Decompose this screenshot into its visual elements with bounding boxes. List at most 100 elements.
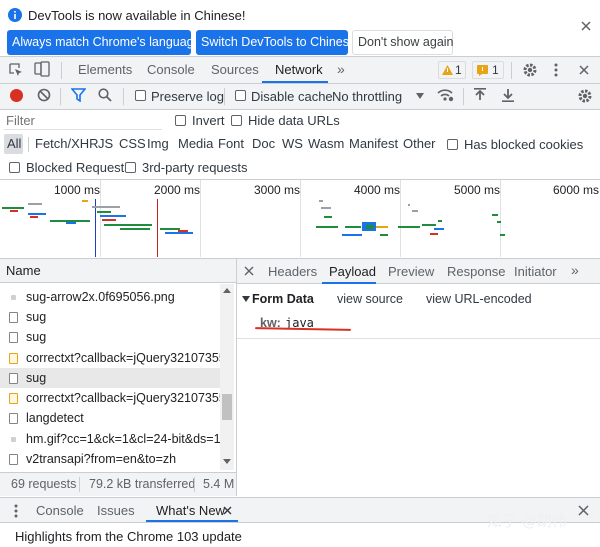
blocked-requests-checkbox[interactable] — [9, 162, 20, 173]
disable-cache-label: Disable cache — [251, 89, 333, 104]
tab-elements[interactable]: Elements — [78, 57, 132, 83]
name-column-header[interactable]: Name — [0, 259, 236, 283]
tab-payload[interactable]: Payload — [329, 262, 376, 282]
drawer-tab-whats-new[interactable]: What's New — [156, 503, 225, 518]
tab-sources[interactable]: Sources — [211, 57, 259, 83]
list-item[interactable]: sug-arrow2x.0f695056.png — [0, 287, 220, 307]
chevron-down-icon[interactable] — [416, 93, 424, 99]
network-conditions-icon[interactable] — [437, 88, 454, 102]
tab-network[interactable]: Network — [275, 57, 323, 83]
always-match-language-button[interactable]: Always match Chrome's language — [7, 30, 201, 55]
list-item[interactable]: correctxt?callback=jQuery321073558 — [0, 348, 220, 368]
third-party-checkbox[interactable] — [125, 162, 136, 173]
drawer-tab-issues[interactable]: Issues — [97, 503, 135, 518]
export-har-icon[interactable] — [502, 88, 514, 102]
view-source-link[interactable]: view source — [337, 292, 403, 306]
network-settings-icon[interactable] — [577, 88, 593, 104]
form-data-section-title[interactable]: Form Data — [252, 292, 314, 306]
record-button[interactable] — [10, 89, 23, 102]
list-item[interactable]: correctxt?callback=jQuery321073558 — [0, 388, 220, 408]
import-har-icon[interactable] — [474, 88, 486, 102]
filter-type-css[interactable]: CSS — [119, 134, 146, 154]
document-file-icon — [9, 413, 18, 424]
filter-type-font[interactable]: Font — [218, 134, 244, 154]
hide-data-urls-label: Hide data URLs — [248, 113, 340, 128]
tab-preview[interactable]: Preview — [388, 262, 434, 282]
list-item[interactable]: langdetect — [0, 408, 220, 428]
more-options-icon[interactable] — [553, 62, 559, 78]
filter-input[interactable] — [4, 112, 162, 130]
issues-badge[interactable]: 1 — [472, 61, 504, 79]
resources-size: 5.4 M — [203, 477, 235, 491]
close-icon[interactable] — [244, 266, 254, 276]
drawer-menu-icon[interactable] — [13, 503, 19, 519]
dont-show-again-button[interactable]: Don't show again — [352, 30, 454, 55]
invert-checkbox[interactable] — [175, 115, 186, 126]
tab-initiator[interactable]: Initiator — [514, 262, 557, 282]
preserve-log-checkbox[interactable] — [135, 90, 146, 101]
filter-type-ws[interactable]: WS — [282, 134, 303, 154]
has-blocked-cookies-checkbox[interactable] — [447, 139, 458, 150]
has-blocked-cookies-label: Has blocked cookies — [464, 137, 584, 152]
document-file-icon — [9, 332, 18, 343]
whats-new-message: Highlights from the Chrome 103 update — [15, 529, 242, 544]
scroll-down-icon[interactable] — [223, 459, 231, 464]
filter-type-doc[interactable]: Doc — [252, 134, 275, 154]
list-item[interactable]: sug — [0, 368, 220, 388]
list-item[interactable]: hm.gif?cc=1&ck=1&cl=24-bit&ds=12 — [0, 429, 220, 449]
requests-scrollbar[interactable] — [220, 284, 234, 470]
filter-type-fetch-xhr[interactable]: Fetch/XHR — [35, 134, 99, 154]
drawer-tab-console[interactable]: Console — [36, 503, 84, 518]
issue-icon — [477, 65, 488, 76]
issues-count: 1 — [492, 63, 499, 77]
filter-type-all[interactable]: All — [7, 134, 21, 154]
disable-cache-checkbox[interactable] — [235, 90, 246, 101]
script-file-icon — [9, 393, 18, 404]
filter-type-wasm[interactable]: Wasm — [308, 134, 344, 154]
switch-to-chinese-button[interactable]: Switch DevTools to Chinese — [196, 30, 356, 55]
filter-type-js[interactable]: JS — [98, 134, 113, 154]
filter-type-img[interactable]: Img — [147, 134, 169, 154]
tab-console[interactable]: Console — [147, 57, 195, 83]
list-item[interactable]: sug — [0, 307, 220, 327]
requests-list: sug-arrow2x.0f695056.png sug sug correct… — [0, 287, 220, 469]
filter-type-manifest[interactable]: Manifest — [349, 134, 398, 154]
document-file-icon — [9, 312, 18, 323]
scrollbar-thumb[interactable] — [222, 394, 232, 420]
filter-icon[interactable] — [71, 88, 86, 102]
timeline-bars — [0, 180, 600, 258]
filter-type-media[interactable]: Media — [178, 134, 213, 154]
close-icon[interactable] — [223, 506, 232, 515]
active-detail-tab-indicator — [322, 282, 376, 284]
close-drawer-icon[interactable] — [578, 505, 589, 516]
gear-icon[interactable] — [522, 62, 538, 78]
search-icon[interactable] — [98, 88, 112, 102]
throttling-select[interactable]: No throttling — [332, 89, 402, 104]
close-devtools-icon[interactable] — [578, 64, 590, 76]
list-item[interactable]: v2transapi?from=en&to=zh — [0, 449, 220, 469]
section-divider — [237, 338, 600, 339]
info-icon — [8, 8, 22, 22]
scroll-up-icon[interactable] — [223, 288, 231, 293]
blocked-requests-label: Blocked Requests — [26, 160, 131, 175]
warnings-badge[interactable]: 1 — [438, 61, 466, 79]
transferred-size: 79.2 kB transferred — [89, 477, 196, 491]
filter-type-other[interactable]: Other — [403, 134, 436, 154]
watermark: 知乎 @胡伟 — [487, 512, 567, 530]
clear-icon[interactable] — [37, 88, 51, 102]
list-item[interactable]: sug — [0, 327, 220, 347]
inspect-element-icon[interactable] — [8, 62, 24, 78]
chevron-down-icon[interactable] — [242, 296, 250, 302]
view-url-encoded-link[interactable]: view URL-encoded — [426, 292, 532, 306]
more-tabs-icon[interactable]: » — [571, 262, 579, 278]
device-toolbar-icon[interactable] — [34, 61, 50, 78]
warning-icon — [442, 65, 453, 75]
tab-headers[interactable]: Headers — [268, 262, 317, 282]
preserve-log-label: Preserve log — [151, 89, 224, 104]
hide-data-urls-checkbox[interactable] — [231, 115, 242, 126]
close-icon[interactable] — [580, 20, 592, 32]
annotation-underline — [254, 327, 352, 331]
tab-response[interactable]: Response — [447, 262, 506, 282]
more-tabs-icon[interactable]: » — [337, 61, 345, 77]
script-file-icon — [9, 353, 18, 364]
